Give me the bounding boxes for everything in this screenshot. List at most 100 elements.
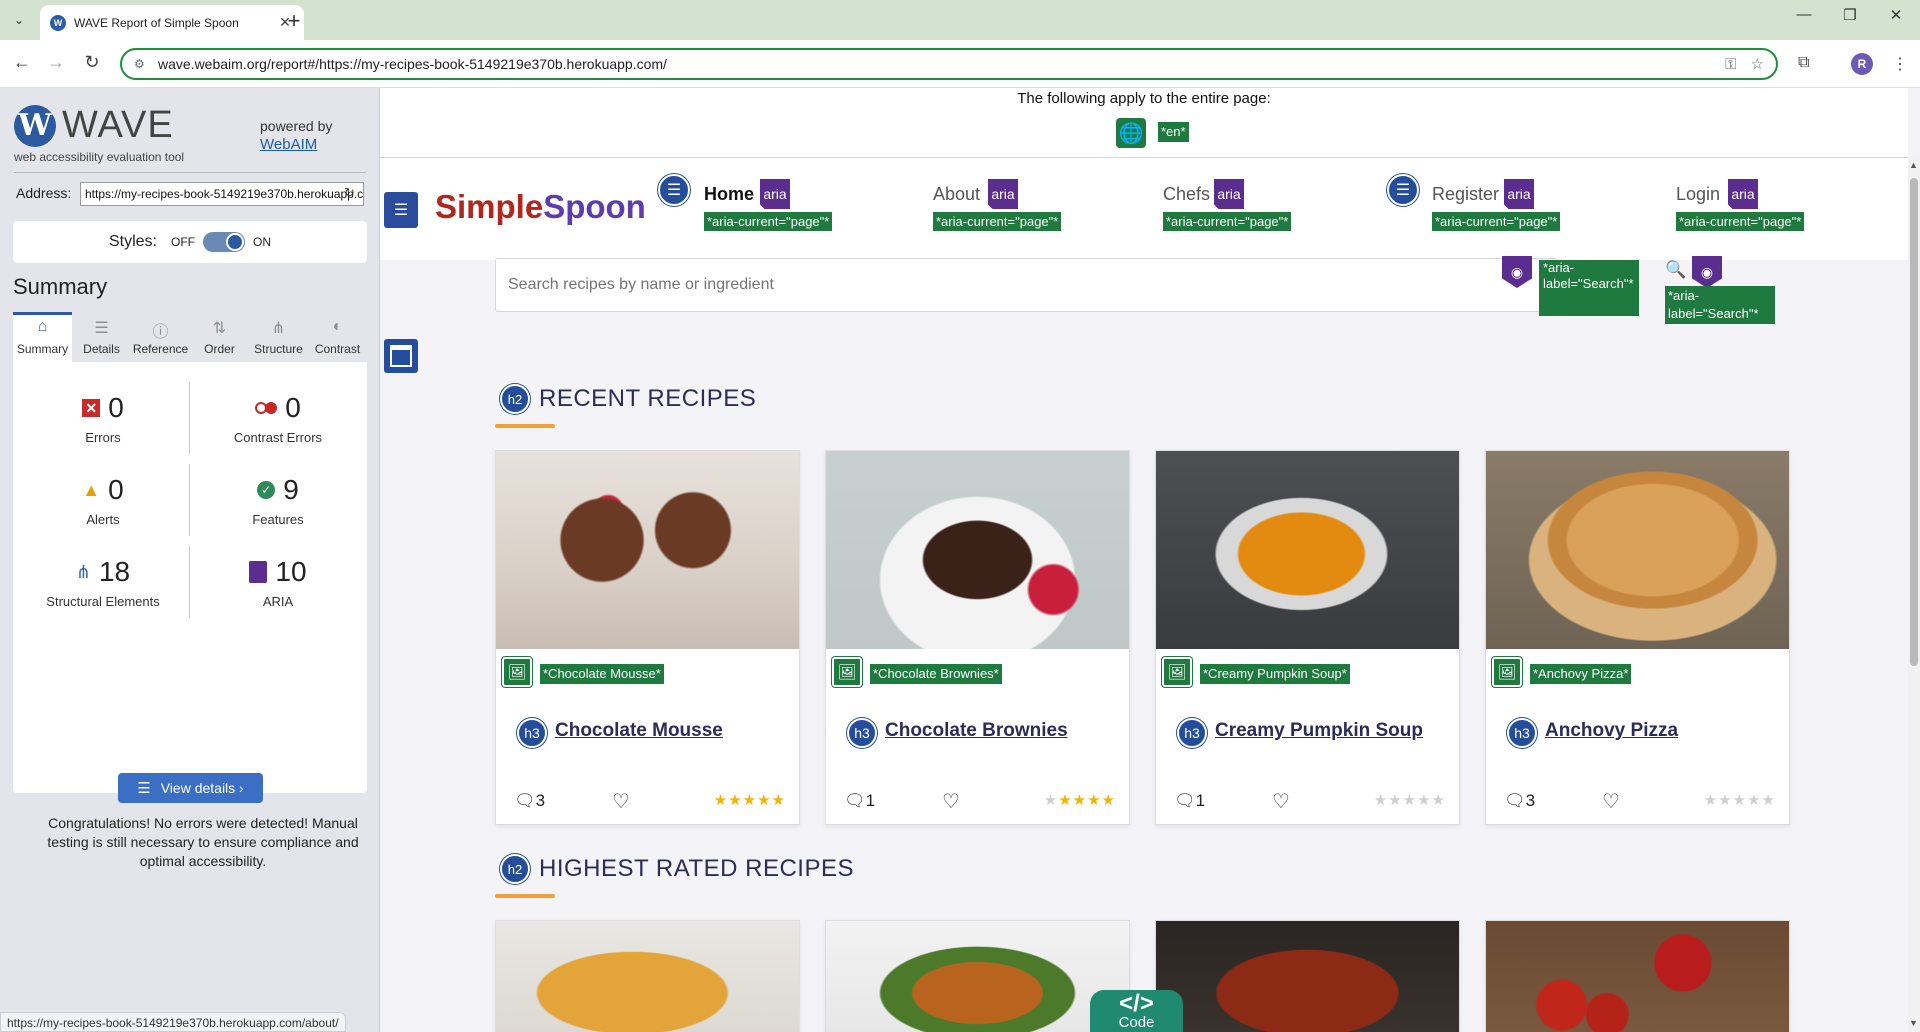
main-region-icon[interactable] [384, 339, 418, 373]
recent-recipes-heading: RECENT RECIPES [539, 385, 757, 412]
recipe-image[interactable] [1156, 451, 1459, 649]
h3-badge-icon[interactable]: h3 [517, 718, 547, 748]
reload-icon[interactable]: ↻ [80, 52, 104, 73]
forward-icon[interactable]: → [44, 52, 68, 73]
tab-contrast[interactable]: ◐ Contrast [308, 312, 367, 362]
favourite-heart-icon[interactable]: ♡ [942, 789, 960, 814]
contrast-icon: ◐ [332, 318, 343, 335]
recipe-title-link[interactable]: Chocolate Brownies [885, 720, 1068, 742]
recipe-card[interactable] [495, 920, 800, 1032]
recipe-image[interactable] [826, 921, 1129, 1032]
favourite-heart-icon[interactable]: ♡ [1272, 789, 1290, 814]
alt-text-icon[interactable]: 🖼 [1492, 657, 1522, 687]
extensions-icon[interactable]: ⧉ [1798, 54, 1809, 72]
address-bar[interactable]: ⚙ wave.webaim.org/report#/https://my-rec… [120, 48, 1778, 80]
tab-summary[interactable]: ⌂ Summary [13, 312, 72, 362]
unordered-list-icon[interactable]: ☰ [1387, 174, 1419, 206]
styles-off-label: OFF [171, 235, 195, 249]
styles-toggle[interactable] [203, 232, 245, 252]
alt-text-tag: *Creamy Pumpkin Soup* [1200, 664, 1350, 684]
address-bar-url[interactable]: wave.webaim.org/report#/https://my-recip… [158, 56, 1711, 72]
recipe-title-link[interactable]: Chocolate Mousse [555, 720, 723, 742]
h3-badge-icon[interactable]: h3 [847, 718, 877, 748]
stat-aria[interactable]: 10 ARIA [198, 556, 358, 609]
comments-count[interactable]: 🗨3 [514, 791, 545, 811]
stat-structural[interactable]: ⋔ 18 Structural Elements [23, 556, 183, 609]
browser-toolbar: ← → ↻ ⚙ wave.webaim.org/report#/https://… [0, 40, 1920, 88]
address-refresh-icon[interactable]: ↻ [344, 185, 355, 201]
highest-rated-heading: HIGHEST RATED RECIPES [539, 855, 854, 882]
recipe-search-input[interactable]: Search recipes by name or ingredient [495, 258, 1558, 312]
globe-language-icon[interactable]: 🌐 [1116, 118, 1146, 148]
alt-text-icon[interactable]: 🖼 [1162, 657, 1192, 687]
stat-alerts[interactable]: ▲ 0 Alerts [23, 474, 183, 527]
restore-icon[interactable]: ❐ [1830, 6, 1870, 24]
stat-contrast-errors[interactable]: 0 Contrast Errors [198, 392, 358, 445]
recipe-card[interactable]: 🖼 *Chocolate Mousse* h3 Chocolate Mousse… [495, 450, 800, 825]
browser-menu-icon[interactable]: ⋮ [1892, 54, 1908, 74]
recipe-card[interactable]: 🖼 *Chocolate Brownies* h3 Chocolate Brow… [825, 450, 1130, 825]
recipe-card[interactable] [1155, 920, 1460, 1032]
styles-label: Styles: [108, 233, 157, 250]
stat-errors[interactable]: ✕ 0 Errors [23, 392, 183, 445]
site-info-icon[interactable]: ⚙ [134, 57, 148, 71]
unordered-list-icon[interactable]: ☰ [658, 174, 690, 206]
tab-search-icon[interactable]: ⌄ [8, 9, 30, 31]
page-scrollbar[interactable]: ▲ ▼ [1908, 158, 1920, 1032]
recipe-image[interactable] [1486, 921, 1789, 1032]
search-button[interactable]: *aria-label="Search"* [1539, 260, 1639, 316]
structure-icon: ⋔ [271, 320, 286, 337]
aria-label: ARIA [262, 594, 294, 609]
tab-details[interactable]: ☰ Details [72, 312, 131, 362]
recipe-image[interactable] [1486, 451, 1789, 649]
h3-badge-icon[interactable]: h3 [1177, 718, 1207, 748]
h2-badge-icon[interactable]: h2 [500, 854, 530, 884]
recipe-card[interactable]: 🖼 *Anchovy Pizza* h3 Anchovy Pizza 🗨3 ♡ … [1485, 450, 1790, 825]
nav-register-aria-tag: *aria-current="page"* [1432, 180, 1572, 236]
bookmark-star-icon[interactable]: ☆ [1751, 55, 1764, 73]
favourite-heart-icon[interactable]: ♡ [1602, 789, 1620, 814]
tab-reference[interactable]: ⓘ Reference [131, 312, 190, 362]
back-icon[interactable]: ← [10, 52, 34, 73]
scroll-thumb[interactable] [1910, 178, 1918, 666]
wave-address-input[interactable]: https://my-recipes-book-5149219e370b.her… [80, 182, 364, 206]
header-region-icon[interactable]: ☰ [384, 192, 418, 228]
scroll-up-icon[interactable]: ▲ [1909, 160, 1918, 170]
tab-structure[interactable]: ⋔ Structure [249, 312, 308, 362]
recipe-title-link[interactable]: Anchovy Pizza [1545, 720, 1678, 742]
scroll-down-icon[interactable]: ▼ [1909, 1018, 1918, 1028]
h3-badge-icon[interactable]: h3 [1507, 718, 1537, 748]
code-panel-toggle[interactable]: </> Code [1090, 990, 1183, 1032]
profile-avatar[interactable]: R [1851, 53, 1873, 75]
new-tab-icon[interactable]: + [282, 8, 306, 34]
tab-order[interactable]: ⇅ Order [190, 312, 249, 362]
stat-features[interactable]: ✓ 9 Features [198, 474, 358, 527]
comments-count[interactable]: 🗨1 [1174, 791, 1205, 811]
recipe-card[interactable]: 🖼 *Creamy Pumpkin Soup* h3 Creamy Pumpki… [1155, 450, 1460, 825]
minimize-icon[interactable]: — [1784, 6, 1824, 23]
alt-text-icon[interactable]: 🖼 [502, 657, 532, 687]
webaim-link[interactable]: WebAIM [260, 136, 332, 153]
password-key-icon[interactable]: ⚿ [1725, 56, 1736, 73]
stat-divider [189, 546, 190, 618]
h2-badge-icon[interactable]: h2 [500, 384, 530, 414]
recipe-image[interactable] [1156, 921, 1459, 1032]
recipe-image[interactable] [496, 451, 799, 649]
recipe-image[interactable] [496, 921, 799, 1032]
recipe-image[interactable] [826, 451, 1129, 649]
comments-count[interactable]: 🗨1 [844, 791, 875, 811]
site-logo[interactable]: SimpleSpoon [435, 188, 646, 226]
error-icon: ✕ [82, 399, 101, 417]
comments-count[interactable]: 🗨3 [1504, 791, 1535, 811]
recipe-card[interactable] [825, 920, 1130, 1032]
logo-spoon: Spoon [543, 188, 646, 225]
alt-text-tag: *Chocolate Brownies* [870, 664, 1002, 684]
tab-label: Summary [16, 342, 69, 356]
recipe-card[interactable] [1485, 920, 1790, 1032]
close-window-icon[interactable]: ✕ [1876, 6, 1916, 24]
recipe-title-link[interactable]: Creamy Pumpkin Soup [1215, 720, 1423, 742]
browser-tab[interactable]: W WAVE Report of Simple Spoon ✕ [40, 5, 304, 40]
alt-text-icon[interactable]: 🖼 [832, 657, 862, 687]
favourite-heart-icon[interactable]: ♡ [612, 789, 630, 814]
view-details-button[interactable]: ☰ View details › [118, 773, 263, 803]
